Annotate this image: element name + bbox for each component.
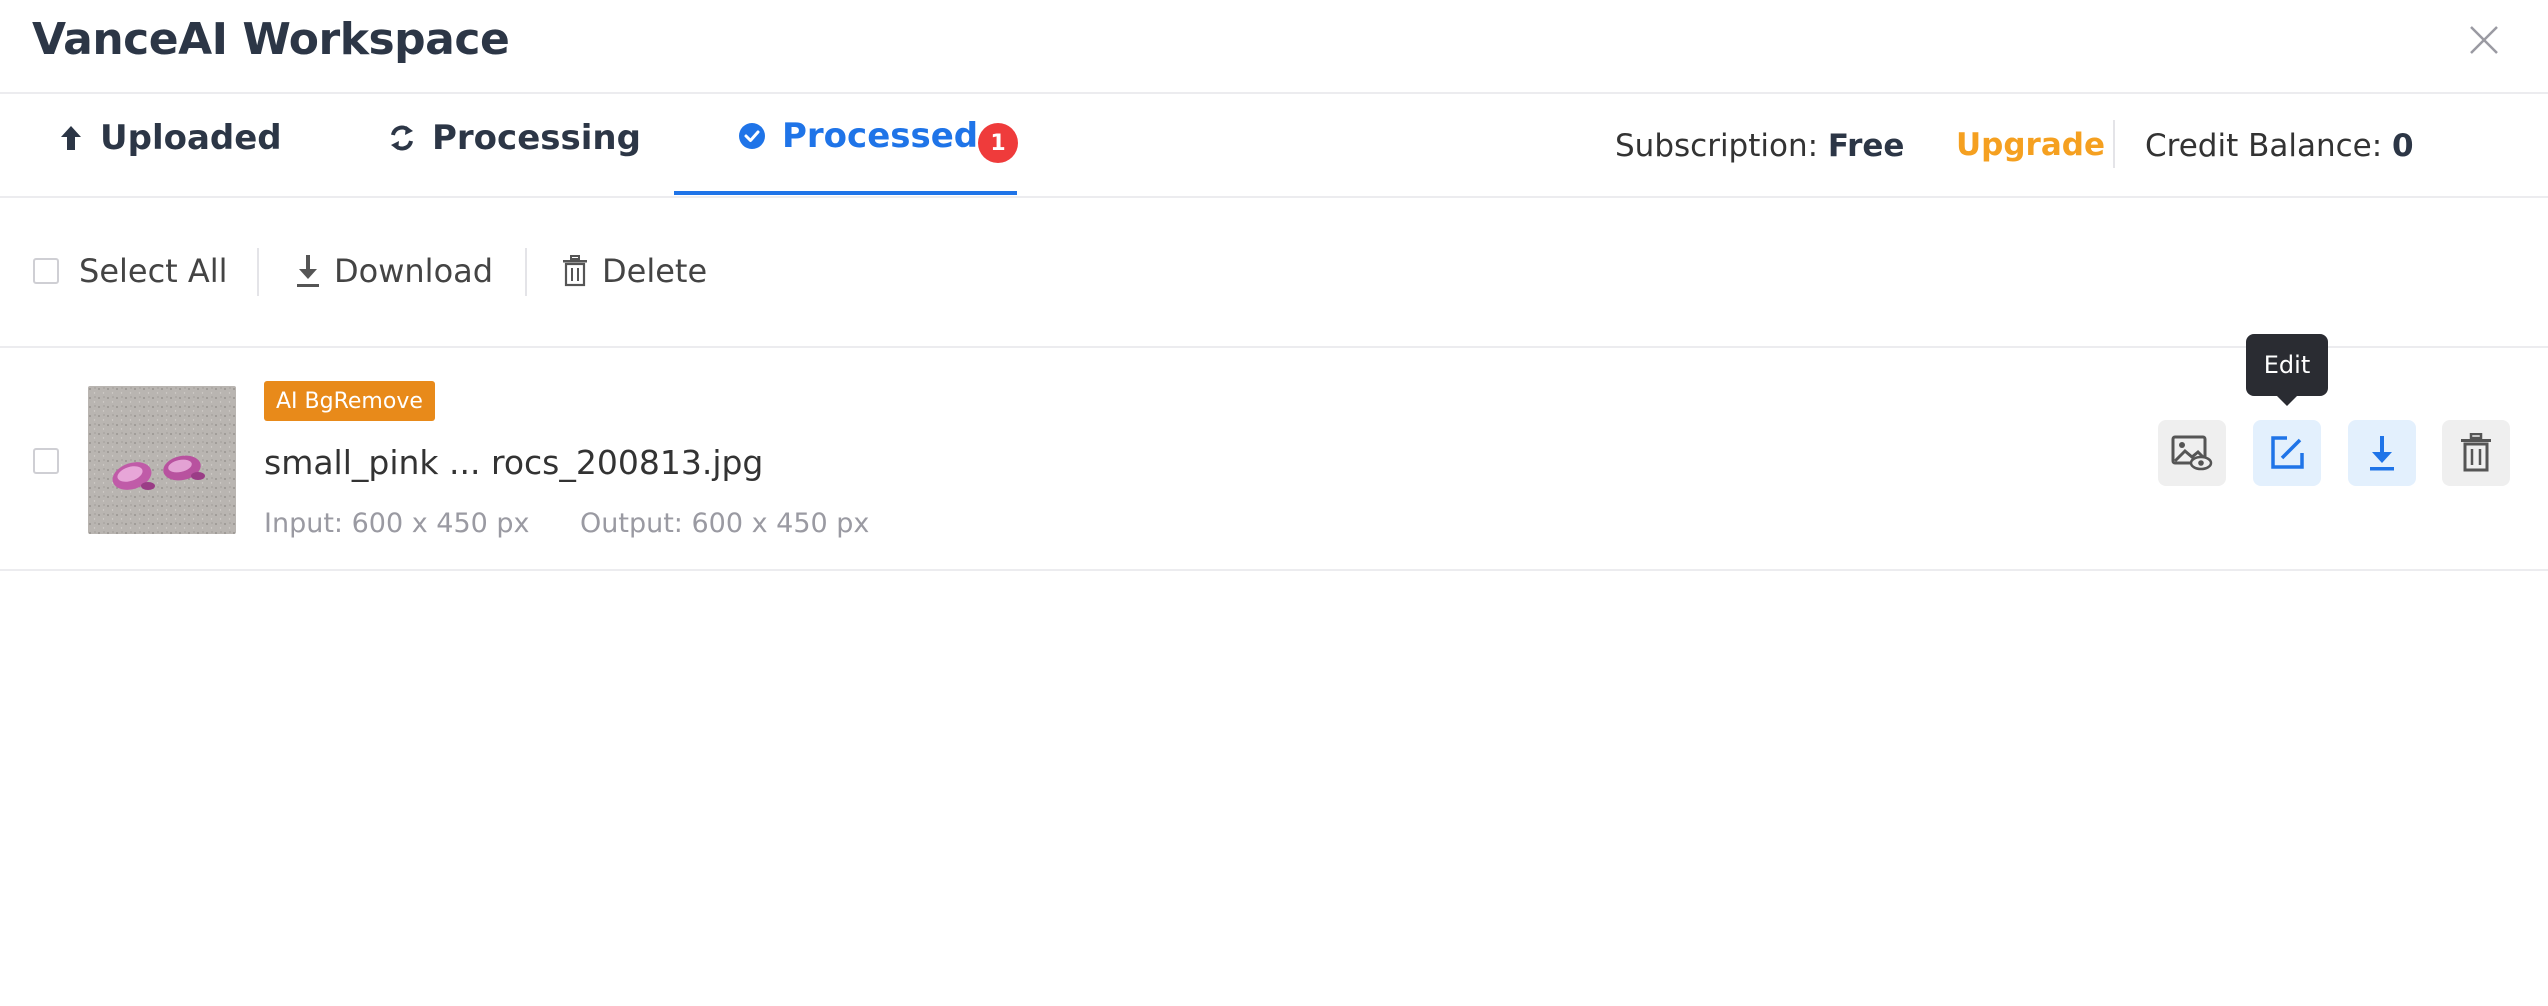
tab-processed-label: Processed: [782, 116, 979, 156]
select-all-label: Select All: [79, 252, 228, 290]
upgrade-link[interactable]: Upgrade: [1956, 127, 2105, 163]
select-all-control[interactable]: Select All: [33, 252, 228, 290]
item-download-button[interactable]: [2348, 420, 2416, 486]
output-dimensions: Output: 600 x 450 px: [580, 508, 870, 539]
credit-balance: Credit Balance: 0: [2145, 128, 2414, 164]
item-checkbox[interactable]: [33, 448, 59, 474]
page-title: VanceAI Workspace: [32, 14, 510, 65]
item-delete-button[interactable]: [2442, 420, 2510, 486]
toolbar-separator: [525, 248, 527, 296]
subscription-info: Subscription: Free: [1615, 128, 1904, 164]
subscription-plan: Free: [1827, 128, 1905, 164]
tab-processed[interactable]: Processed: [738, 116, 978, 156]
header-divider: [0, 92, 2548, 94]
preview-button[interactable]: [2158, 420, 2226, 486]
upload-arrow-icon: [61, 126, 81, 150]
tabs-divider: [0, 196, 2548, 198]
list-divider: [0, 569, 2548, 571]
credit-balance-value: 0: [2392, 128, 2414, 164]
image-preview-icon: [2171, 435, 2213, 471]
download-label: Download: [334, 252, 494, 290]
subscription-label: Subscription:: [1615, 128, 1819, 164]
trash-icon: [2461, 433, 2491, 472]
delete-label: Delete: [602, 252, 708, 290]
edit-tooltip: Edit: [2246, 334, 2328, 396]
edit-button[interactable]: [2253, 420, 2321, 486]
processed-count-badge: 1: [978, 123, 1018, 163]
download-icon: [2370, 436, 2394, 471]
trash-icon: [563, 255, 587, 287]
delete-button[interactable]: Delete: [562, 252, 707, 290]
check-circle-icon: [739, 123, 765, 149]
input-dimensions: Input: 600 x 450 px: [264, 508, 530, 539]
tab-uploaded-label: Uploaded: [100, 118, 282, 158]
tab-processing-label: Processing: [432, 118, 641, 158]
download-button[interactable]: Download: [294, 252, 493, 290]
feature-tag: AI BgRemove: [264, 381, 435, 421]
tooltip-arrow: [2276, 395, 2298, 406]
edit-icon: [2271, 436, 2304, 469]
refresh-icon: [391, 125, 413, 151]
toolbar-separator: [257, 248, 259, 296]
toolbar-divider: [0, 346, 2548, 348]
close-icon[interactable]: [2468, 24, 2500, 56]
select-all-checkbox[interactable]: [33, 258, 59, 284]
file-name: small_pink ... rocs_200813.jpg: [264, 443, 764, 482]
thumbnail-image[interactable]: [88, 386, 236, 534]
credit-balance-label: Credit Balance:: [2145, 128, 2383, 164]
header-separator: [2113, 120, 2115, 168]
tab-uploaded[interactable]: Uploaded: [58, 118, 282, 158]
active-tab-indicator: [674, 191, 1017, 195]
download-icon: [297, 255, 319, 287]
tab-processing[interactable]: Processing: [388, 118, 641, 158]
